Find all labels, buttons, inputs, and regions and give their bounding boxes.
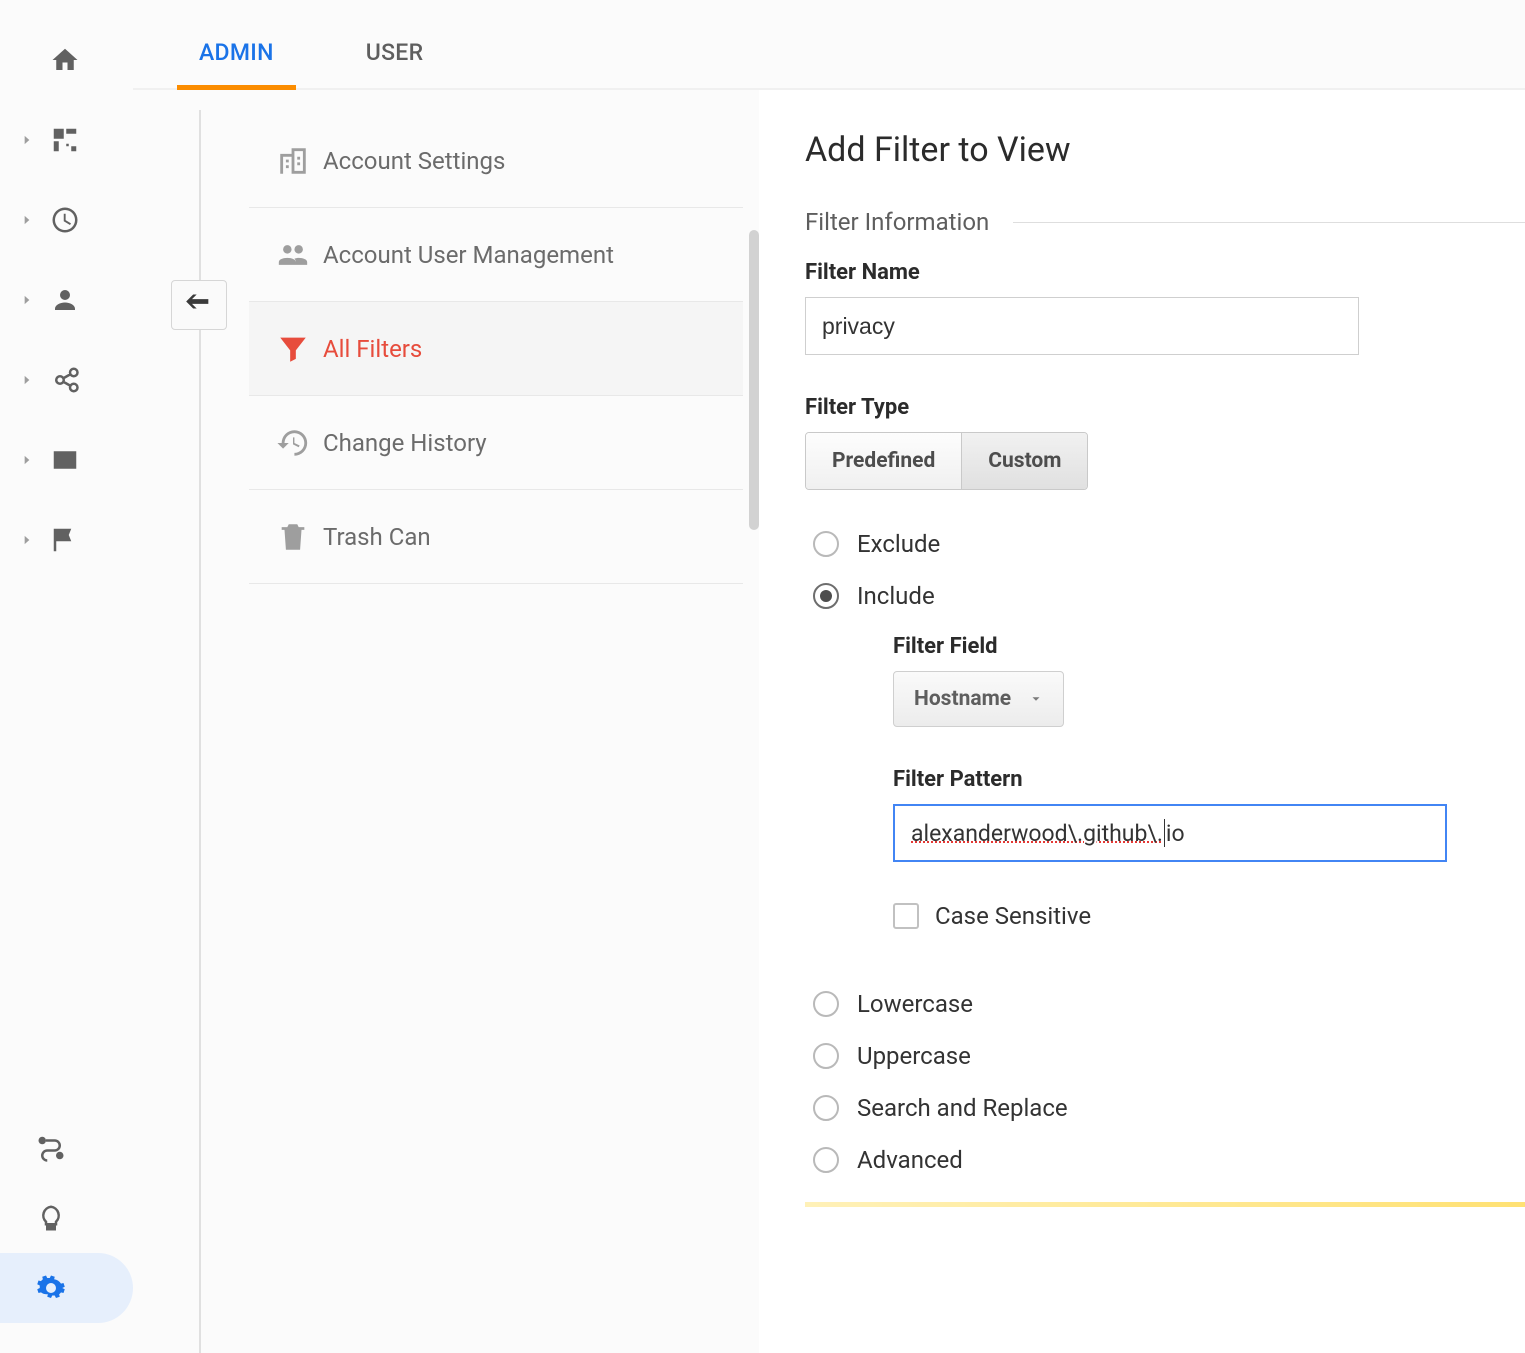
text-cursor <box>1164 819 1165 847</box>
radio-advanced[interactable]: Advanced <box>813 1146 1525 1174</box>
caret-right-icon <box>20 213 34 227</box>
dashboard-icon <box>50 125 80 155</box>
radio-icon <box>813 1043 839 1069</box>
radio-label: Advanced <box>857 1146 963 1174</box>
page-icon <box>50 445 80 475</box>
customization-nav-item[interactable] <box>0 100 133 180</box>
trash-icon <box>276 520 310 554</box>
nav-label: Change History <box>323 429 487 457</box>
caret-right-icon <box>20 373 34 387</box>
clock-icon <box>50 205 80 235</box>
tab-admin[interactable]: ADMIN <box>183 11 290 88</box>
radio-uppercase[interactable]: Uppercase <box>813 1042 1525 1070</box>
funnel-icon <box>276 332 310 366</box>
radio-include[interactable]: Include <box>813 582 1525 610</box>
tab-user[interactable]: USER <box>350 11 440 88</box>
case-sensitive-checkbox[interactable]: Case Sensitive <box>893 902 1525 930</box>
acquisition-nav-item[interactable] <box>0 340 133 420</box>
flag-icon <box>50 525 80 555</box>
nav-label: All Filters <box>323 335 422 363</box>
radio-lowercase[interactable]: Lowercase <box>813 990 1525 1018</box>
gear-icon <box>36 1273 66 1303</box>
nav-trash-can[interactable]: Trash Can <box>249 490 743 584</box>
filter-type-predefined[interactable]: Predefined <box>806 433 961 489</box>
rail-bottom-group <box>0 1113 133 1353</box>
filter-pattern-label: Filter Pattern <box>893 767 1525 792</box>
radio-label: Include <box>857 582 935 610</box>
section-rule <box>1013 222 1525 223</box>
dropdown-value: Hostname <box>914 687 1011 711</box>
people-icon <box>276 238 310 272</box>
radio-icon <box>813 583 839 609</box>
behavior-nav-item[interactable] <box>0 420 133 500</box>
discover-nav-item[interactable] <box>0 1183 133 1253</box>
radio-label: Exclude <box>857 530 940 558</box>
radio-icon <box>813 1147 839 1173</box>
caret-right-icon <box>20 453 34 467</box>
nav-account-settings[interactable]: Account Settings <box>249 114 743 208</box>
admin-nav-column: Account Settings Account User Management… <box>249 90 759 1353</box>
realtime-nav-item[interactable] <box>0 180 133 260</box>
filter-type-label: Filter Type <box>805 395 1525 420</box>
share-icon <box>50 365 80 395</box>
filter-name-label: Filter Name <box>805 260 1525 285</box>
checkbox-label: Case Sensitive <box>935 902 1091 930</box>
filter-field-dropdown[interactable]: Hostname <box>893 671 1064 727</box>
filter-form: Add Filter to View Filter Information Fi… <box>759 90 1525 1353</box>
left-nav-rail <box>0 0 133 1353</box>
lightbulb-icon <box>36 1203 66 1233</box>
tab-bar: ADMIN USER <box>133 0 1525 90</box>
radio-label: Search and Replace <box>857 1094 1068 1122</box>
section-filter-information: Filter Information <box>805 208 1525 236</box>
chevron-down-icon <box>1029 692 1043 706</box>
attribution-nav-item[interactable] <box>0 1113 133 1183</box>
radio-search-replace[interactable]: Search and Replace <box>813 1094 1525 1122</box>
caret-right-icon <box>20 533 34 547</box>
filter-pattern-input[interactable]: alexanderwood\.github\.io <box>893 804 1447 862</box>
admin-nav-item[interactable] <box>0 1253 133 1323</box>
notice-bar <box>805 1202 1525 1207</box>
filter-pattern-suffix: io <box>1166 820 1185 847</box>
radio-icon <box>813 531 839 557</box>
conversions-nav-item[interactable] <box>0 500 133 580</box>
nav-user-management[interactable]: Account User Management <box>249 208 743 302</box>
filter-pattern-value: alexanderwood\.github\. <box>911 820 1163 847</box>
nav-label: Trash Can <box>323 523 431 551</box>
filter-type-custom[interactable]: Custom <box>961 433 1087 489</box>
history-icon <box>276 426 310 460</box>
filter-type-segmented: Predefined Custom <box>805 432 1088 490</box>
caret-right-icon <box>20 133 34 147</box>
caret-right-icon <box>20 293 34 307</box>
filter-name-input[interactable] <box>805 297 1359 355</box>
back-button[interactable] <box>171 280 227 330</box>
nav-all-filters[interactable]: All Filters <box>249 302 743 396</box>
segmented-arrow-icon <box>1018 489 1042 490</box>
checkbox-icon <box>893 903 919 929</box>
person-icon <box>50 285 80 315</box>
nav-label: Account User Management <box>323 241 614 269</box>
page-title: Add Filter to View <box>805 130 1525 170</box>
building-icon <box>276 144 310 178</box>
path-icon <box>36 1133 66 1163</box>
nav-label: Account Settings <box>323 147 505 175</box>
section-label: Filter Information <box>805 208 989 236</box>
radio-label: Uppercase <box>857 1042 971 1070</box>
nav-change-history[interactable]: Change History <box>249 396 743 490</box>
radio-label: Lowercase <box>857 990 973 1018</box>
nav-scrollbar[interactable] <box>749 230 759 530</box>
main-panel: ADMIN USER Account Settings Account User… <box>133 0 1525 1353</box>
audience-nav-item[interactable] <box>0 260 133 340</box>
filter-field-label: Filter Field <box>893 634 1525 659</box>
radio-icon <box>813 1095 839 1121</box>
back-arrow-icon <box>185 294 213 316</box>
radio-exclude[interactable]: Exclude <box>813 530 1525 558</box>
home-nav-item[interactable] <box>0 20 133 100</box>
timeline-gutter <box>133 90 249 1353</box>
home-icon <box>50 45 80 75</box>
radio-icon <box>813 991 839 1017</box>
